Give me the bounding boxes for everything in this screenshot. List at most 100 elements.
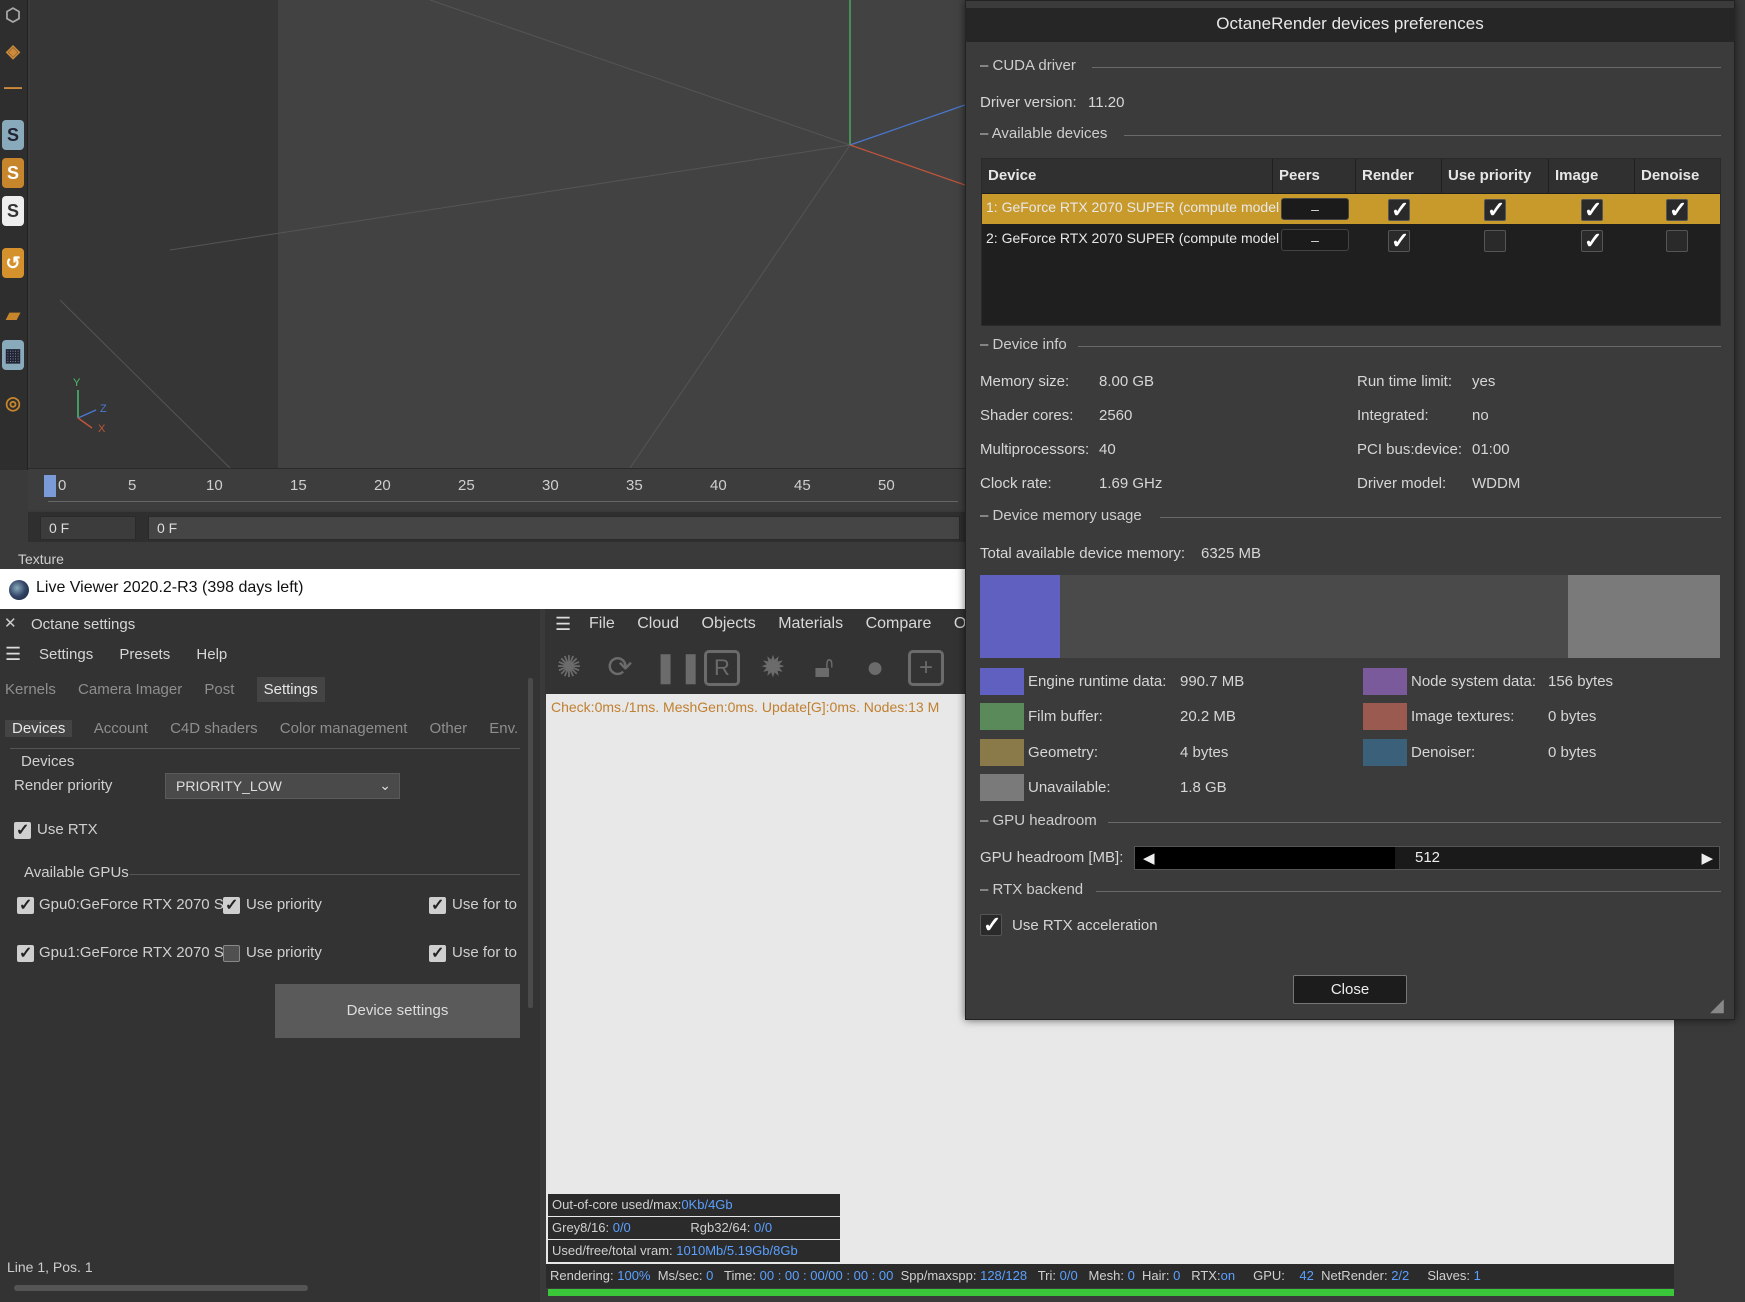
device-row[interactable]: 2: GeForce RTX 2070 SUPER (compute model…	[982, 225, 1720, 255]
subtab-account[interactable]: Account	[94, 720, 148, 737]
cube-orange-icon[interactable]: ◈	[2, 36, 24, 66]
arrow-left-icon[interactable]: ◀	[1143, 849, 1155, 867]
tab-post[interactable]: Post	[204, 681, 234, 698]
close-button[interactable]: Close	[1293, 975, 1407, 1004]
subtab-devices[interactable]: Devices	[5, 720, 73, 737]
use-rtx-checkbox[interactable]	[14, 820, 31, 840]
image-checkbox[interactable]	[1581, 197, 1603, 223]
menu-compare[interactable]: Compare	[866, 615, 932, 632]
render-checkbox[interactable]	[1388, 228, 1410, 254]
3d-viewport[interactable]: Y Z X	[30, 0, 965, 468]
section-available-devices: – Available devices	[980, 125, 1108, 142]
horizontal-scrollbar[interactable]	[14, 1285, 308, 1291]
menu-file[interactable]: File	[589, 615, 615, 632]
frame-start-field[interactable]: 0 F	[40, 516, 136, 540]
col-peers[interactable]: Peers	[1273, 159, 1356, 193]
mesh-label: Mesh:	[1088, 1268, 1124, 1283]
col-device[interactable]: Device	[982, 159, 1273, 193]
render-status-line: Check:0ms./1ms. MeshGen:0ms. Update[G]:0…	[551, 699, 940, 715]
cube-icon[interactable]: ⬡	[2, 0, 24, 30]
add-icon[interactable]: +	[908, 650, 944, 686]
col-render[interactable]: Render	[1356, 159, 1442, 193]
divider	[10, 748, 520, 749]
section-memory-usage: – Device memory usage	[980, 507, 1142, 524]
gpu0-label: Gpu0:GeForce RTX 2070 SU	[39, 896, 223, 913]
gpu0-use-priority-checkbox[interactable]	[223, 895, 240, 915]
subtab-color-management[interactable]: Color management	[280, 720, 408, 737]
col-use-priority[interactable]: Use priority	[1442, 159, 1549, 193]
spline-icon[interactable]: S	[2, 120, 24, 150]
gpu0-checkbox[interactable]	[17, 895, 34, 915]
lock-icon[interactable]: 🔓︎	[806, 650, 842, 686]
gpu-headroom-slider[interactable]: ◀ 512 ▶	[1134, 846, 1720, 870]
col-denoise[interactable]: Denoise	[1635, 159, 1720, 193]
tab-kernels[interactable]: Kernels	[5, 681, 56, 698]
device-settings-button[interactable]: Device settings	[275, 984, 520, 1038]
subtab-env[interactable]: Env.	[489, 720, 518, 737]
vram-value: 1010Mb/5.19Gb/8Gb	[676, 1243, 798, 1258]
line-icon[interactable]: —	[2, 72, 24, 102]
image-checkbox[interactable]	[1581, 228, 1603, 254]
integrated-value: no	[1472, 407, 1489, 424]
denoise-checkbox[interactable]	[1666, 230, 1688, 252]
menu-materials[interactable]: Materials	[778, 615, 843, 632]
refresh-icon[interactable]: ⟳	[602, 650, 638, 686]
hamburger-icon[interactable]: ☰	[5, 644, 21, 665]
section-label: Device info	[992, 336, 1067, 353]
rgb-label: Rgb32/64:	[690, 1220, 751, 1235]
use-rtx-acceleration-checkbox[interactable]	[980, 912, 1002, 938]
menu-objects[interactable]: Objects	[702, 615, 756, 632]
gpu1-use-for-checkbox[interactable]	[429, 943, 446, 963]
node-system-value: 156 bytes	[1548, 673, 1614, 690]
scrollbar[interactable]	[528, 678, 533, 1008]
mssec-label: Ms/sec:	[657, 1268, 703, 1283]
driver-model-value: WDDM	[1472, 475, 1521, 492]
region-render-icon[interactable]: R	[704, 650, 740, 686]
unavailable-value: 1.8 GB	[1180, 779, 1227, 796]
subtab-other[interactable]: Other	[430, 720, 468, 737]
gpu1-checkbox[interactable]	[17, 943, 34, 963]
menu-presets[interactable]: Presets	[119, 646, 170, 663]
deformer-icon[interactable]: ↺	[2, 248, 24, 278]
tab-camera-imager[interactable]: Camera Imager	[78, 681, 182, 698]
gpu-headroom-label: GPU headroom [MB]:	[980, 849, 1124, 866]
use-priority-checkbox[interactable]	[1484, 197, 1506, 223]
peers-button[interactable]: –	[1281, 229, 1349, 251]
camera-icon[interactable]: ◎	[2, 388, 24, 418]
resize-grip-icon[interactable]: ◢	[1710, 995, 1724, 1016]
peers-button[interactable]: –	[1281, 198, 1349, 220]
frame-current-field[interactable]: 0 F	[148, 516, 960, 540]
aperture-icon[interactable]: ✺	[551, 650, 587, 686]
menu-cloud[interactable]: Cloud	[637, 615, 679, 632]
close-icon[interactable]: ✕	[4, 614, 17, 632]
legend-swatch	[1363, 668, 1407, 695]
tick-label: 0	[58, 477, 67, 494]
driver-version-label: Driver version:	[980, 94, 1077, 111]
tab-settings[interactable]: Settings	[256, 677, 325, 702]
arrow-right-icon[interactable]: ▶	[1701, 849, 1713, 867]
spline-white-icon[interactable]: S	[2, 196, 24, 226]
render-priority-select[interactable]: PRIORITY_LOW ⌄	[165, 773, 400, 799]
rendering-label: Rendering:	[550, 1268, 614, 1283]
plane-icon[interactable]: ▰	[2, 300, 24, 330]
gear-icon[interactable]: ✹	[755, 650, 791, 686]
out-of-core-label: Out-of-core used/max:	[552, 1197, 682, 1212]
render-checkbox[interactable]	[1388, 197, 1410, 223]
gpu0-use-for-checkbox[interactable]	[429, 895, 446, 915]
denoise-checkbox[interactable]	[1666, 197, 1688, 223]
playhead[interactable]	[44, 475, 56, 497]
menu-settings[interactable]: Settings	[39, 646, 93, 663]
legend-swatch	[1363, 703, 1407, 730]
use-priority-checkbox[interactable]	[1484, 230, 1506, 252]
material-ball-icon[interactable]: ●	[857, 650, 893, 686]
timeline[interactable]: 0 5 10 15 20 25 30 35 40 45 50	[28, 468, 965, 510]
menu-help[interactable]: Help	[196, 646, 227, 663]
section-cuda-driver: – CUDA driver	[980, 57, 1076, 74]
col-image[interactable]: Image	[1549, 159, 1635, 193]
spline-orange-icon[interactable]: S	[2, 158, 24, 188]
grid-icon[interactable]: ▦	[2, 340, 24, 370]
pause-icon[interactable]: ❚❚	[653, 650, 703, 686]
device-row[interactable]: 1: GeForce RTX 2070 SUPER (compute model…	[982, 194, 1720, 224]
subtab-c4d-shaders[interactable]: C4D shaders	[170, 720, 258, 737]
gpu1-use-priority-checkbox[interactable]	[223, 944, 240, 962]
